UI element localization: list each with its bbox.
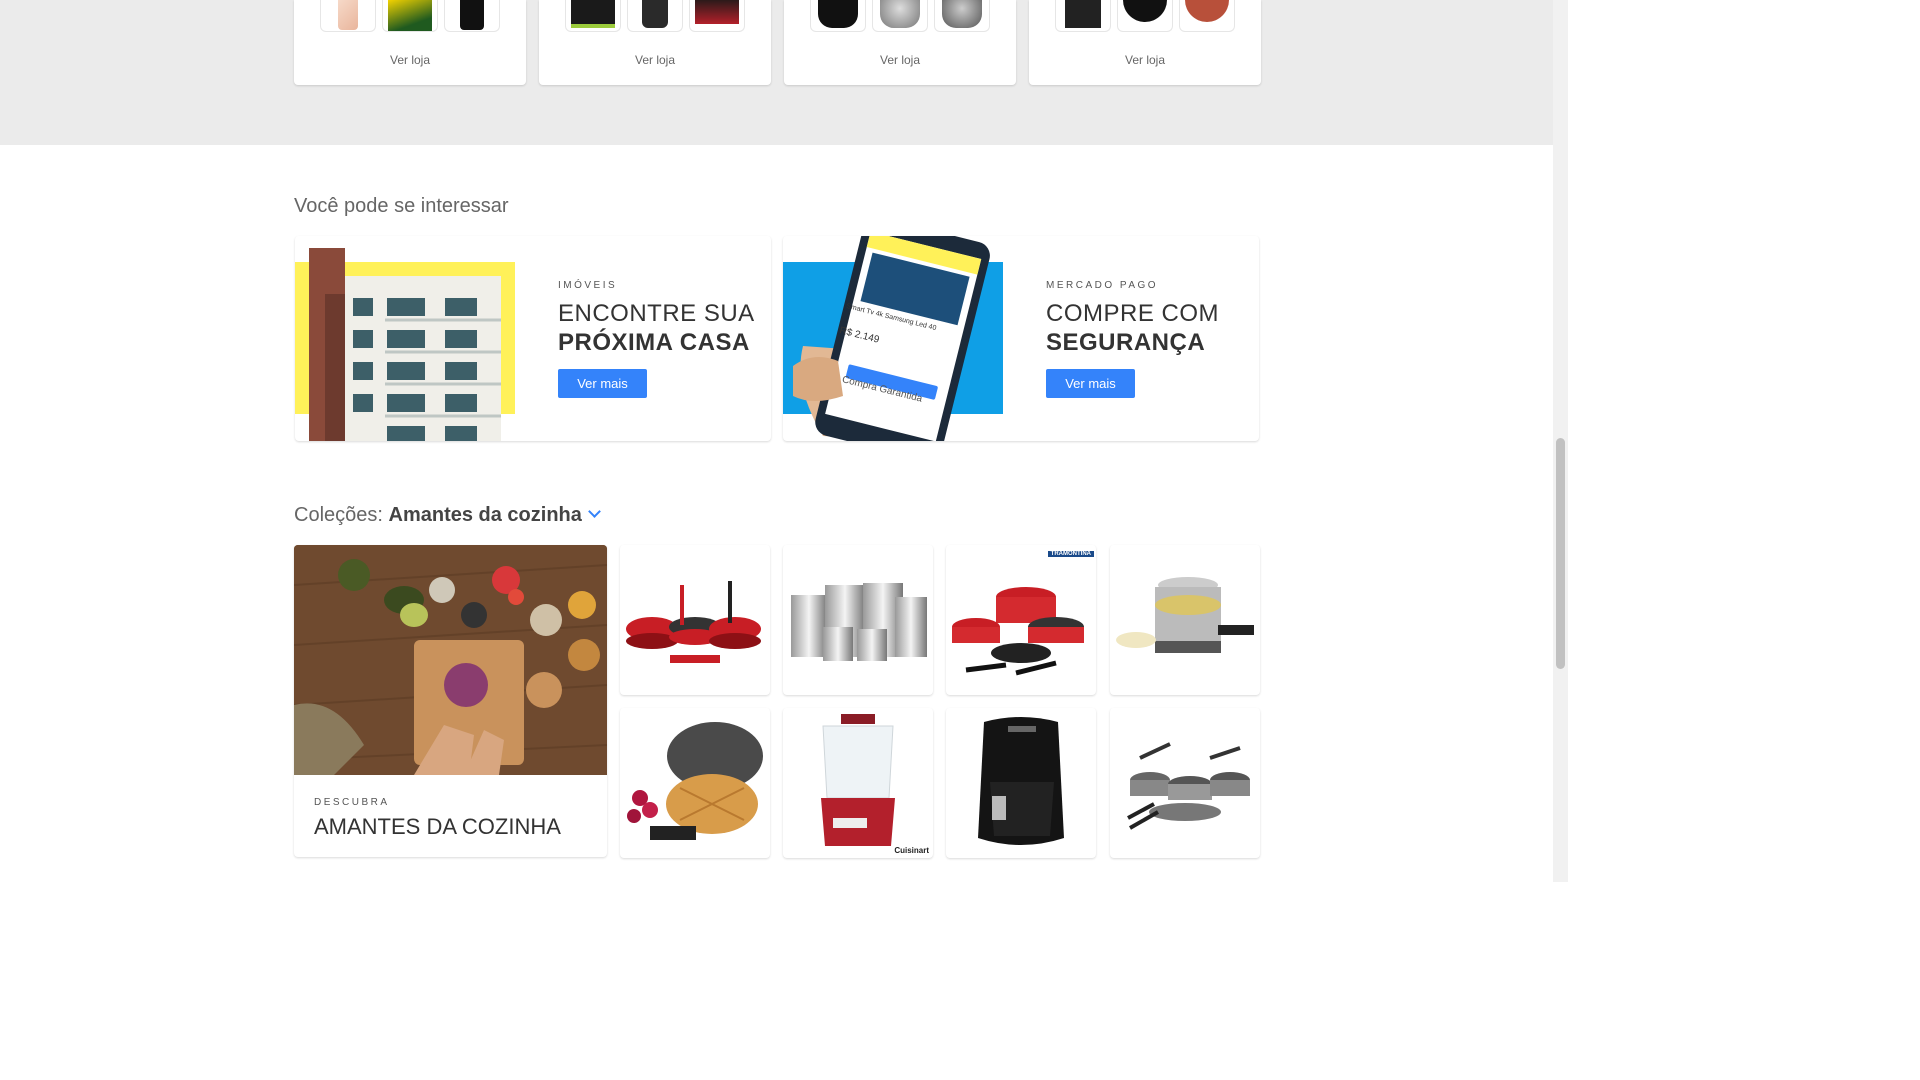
- product-tile[interactable]: [783, 545, 933, 695]
- product-tile[interactable]: [1110, 708, 1260, 858]
- building-illustration-icon: [295, 236, 515, 441]
- product-tile[interactable]: [620, 708, 770, 858]
- feature-kicker: DESCUBRA: [314, 797, 390, 808]
- promo-card-imoveis[interactable]: IMÓVEIS ENCONTRE SUA PRÓXIMA CASA Ver ma…: [295, 236, 771, 441]
- ver-mais-button[interactable]: Ver mais: [1046, 369, 1135, 398]
- collections-prefix: Coleções:: [294, 504, 383, 526]
- store-card[interactable]: Ver loja: [1029, 0, 1261, 85]
- robot-vacuum-thumb-icon[interactable]: [810, 0, 866, 32]
- robot-vacuum-thumb-icon[interactable]: [872, 0, 928, 32]
- cutting-board-photo-icon: [294, 545, 607, 775]
- fondue-pot-icon: [1116, 577, 1254, 653]
- collection-name[interactable]: Amantes da cozinha: [389, 504, 582, 526]
- promo-card-mercado-pago[interactable]: Smart Tv 4k Samsung Led 40 R$ 2.149 Comp…: [783, 236, 1259, 441]
- brand-badge: TRAMONTINA: [1047, 551, 1094, 557]
- promo-headline-line2: SEGURANÇA: [1046, 329, 1206, 356]
- chevron-down-icon[interactable]: [588, 505, 601, 518]
- interest-section-title: Você pode se interessar: [294, 195, 509, 217]
- store-card[interactable]: Ver loja: [784, 0, 1016, 85]
- promo-headline-line2: PRÓXIMA CASA: [558, 329, 750, 356]
- phone-thumb-icon[interactable]: [320, 0, 376, 32]
- air-fryer-icon: [978, 717, 1064, 845]
- waffle-maker-icon: [627, 722, 763, 840]
- promo-headline-line1: COMPRE COM: [1046, 300, 1219, 327]
- brand-badge: Cuisinart: [894, 846, 929, 855]
- phone-in-hand-illustration-icon: Smart Tv 4k Samsung Led 40 R$ 2.149 Comp…: [783, 236, 1003, 441]
- gray-cookware-set-icon: [1127, 742, 1250, 830]
- red-pan-set-icon: [626, 581, 761, 663]
- product-tile[interactable]: [946, 708, 1096, 858]
- red-cap-thumb-icon[interactable]: [1179, 0, 1235, 32]
- black-cap-thumb-icon[interactable]: [1117, 0, 1173, 32]
- steel-canister-set-icon: [791, 583, 927, 661]
- feature-title: AMANTES DA COZINHA: [314, 814, 561, 839]
- ver-mais-button[interactable]: Ver mais: [558, 369, 647, 398]
- popcorn-maker-icon: [821, 714, 895, 846]
- ver-loja-link[interactable]: Ver loja: [539, 53, 771, 67]
- promo-headline-line1: ENCONTRE SUA: [558, 300, 755, 327]
- product-tile[interactable]: TRAMONTINA: [946, 545, 1096, 695]
- promo-kicker: MERCADO PAGO: [1046, 280, 1159, 291]
- product-tile[interactable]: Cuisinart: [783, 708, 933, 858]
- page-scrollbar[interactable]: [1553, 0, 1568, 882]
- gaming-laptop-thumb-icon[interactable]: [689, 0, 745, 32]
- scrollbar-thumb[interactable]: [1556, 438, 1565, 669]
- laptop-thumb-icon[interactable]: [565, 0, 621, 32]
- product-tile[interactable]: [620, 545, 770, 695]
- store-card[interactable]: Ver loja: [294, 0, 526, 85]
- promo-kicker: IMÓVEIS: [558, 280, 618, 291]
- stores-band: Ver loja Ver loja Ver loja Ver loja: [0, 0, 1553, 145]
- collection-feature-card[interactable]: DESCUBRA AMANTES DA COZINHA: [294, 545, 607, 857]
- robot-vacuum-thumb-icon[interactable]: [934, 0, 990, 32]
- football-player-thumb-icon[interactable]: [382, 0, 438, 32]
- speaker-thumb-icon[interactable]: [627, 0, 683, 32]
- collections-title[interactable]: Coleções: Amantes da cozinha: [294, 504, 601, 527]
- ver-loja-link[interactable]: Ver loja: [784, 53, 1016, 67]
- ver-loja-link[interactable]: Ver loja: [294, 53, 526, 67]
- red-cookware-set-icon: [952, 587, 1084, 676]
- store-card[interactable]: Ver loja: [539, 0, 771, 85]
- product-tile[interactable]: [1110, 545, 1260, 695]
- dark-phone-thumb-icon[interactable]: [444, 0, 500, 32]
- shirt-thumb-icon[interactable]: [1055, 0, 1111, 32]
- ver-loja-link[interactable]: Ver loja: [1029, 53, 1261, 67]
